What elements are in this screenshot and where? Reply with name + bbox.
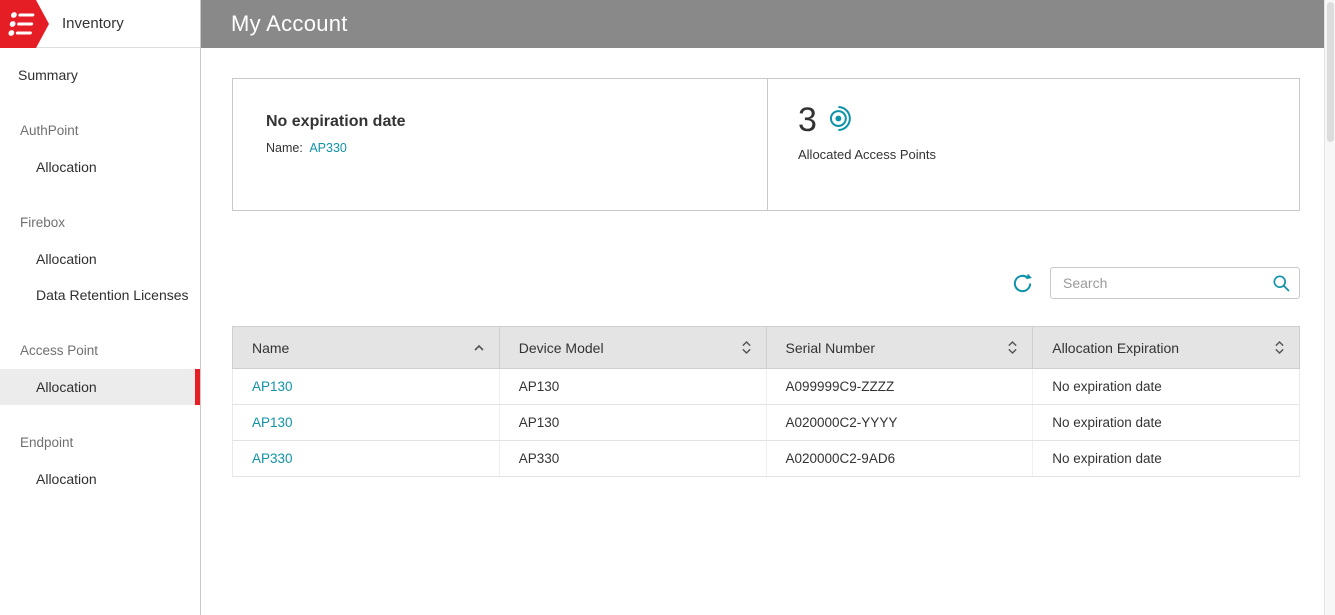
search-input[interactable] (1050, 267, 1300, 299)
serial-number-cell: A020000C2-9AD6 (767, 441, 1034, 476)
table-row: AP330 AP330 A020000C2-9AD6 No expiration… (232, 441, 1300, 477)
scrollbar-track[interactable] (1324, 0, 1335, 615)
sort-both-icon (1274, 340, 1285, 355)
sidebar-item-endpoint-allocation[interactable]: Allocation (0, 461, 200, 497)
sort-ascending-icon (473, 344, 485, 352)
inventory-table: Name Device Model Serial Number Allocati… (232, 326, 1300, 477)
expiration-card: No expiration date Name: AP330 (232, 78, 768, 211)
sidebar-item-summary[interactable]: Summary (0, 57, 200, 93)
device-model-cell: AP130 (500, 405, 767, 440)
table-row: AP130 AP130 A099999C9-ZZZZ No expiration… (232, 369, 1300, 405)
allocation-expiration-cell: No expiration date (1052, 379, 1162, 394)
device-name-link[interactable]: AP130 (252, 415, 293, 430)
page-title: My Account (231, 11, 348, 36)
refresh-button[interactable] (1009, 270, 1036, 297)
device-name-link[interactable]: AP130 (252, 379, 293, 394)
sidebar-section-authpoint: AuthPoint (20, 123, 79, 138)
main-area: My Account No expiration date Name: AP33… (201, 0, 1324, 615)
scrollbar-thumb[interactable] (1327, 2, 1334, 142)
device-model-cell: AP130 (500, 369, 767, 404)
sidebar-header: Inventory (0, 0, 200, 48)
sort-both-icon (1007, 340, 1018, 355)
table-toolbar (232, 267, 1300, 299)
expiration-name-label: Name: (266, 141, 303, 155)
sidebar-section-firebox: Firebox (20, 215, 66, 230)
column-header-allocation-expiration[interactable]: Allocation Expiration (1033, 327, 1299, 368)
search-icon[interactable] (1271, 273, 1291, 293)
table-header-row: Name Device Model Serial Number Allocati… (232, 326, 1300, 369)
allocated-card-label: Allocated Access Points (798, 147, 937, 162)
serial-number-cell: A020000C2-YYYY (767, 405, 1034, 440)
column-header-serial-number[interactable]: Serial Number (767, 327, 1034, 368)
expiration-card-title: No expiration date (266, 113, 406, 130)
page-header: My Account (201, 0, 1324, 48)
column-header-name[interactable]: Name (233, 327, 500, 368)
content: No expiration date Name: AP330 3 Allocat… (201, 48, 1324, 477)
sidebar-section-endpoint: Endpoint (20, 435, 74, 450)
serial-number-cell: A099999C9-ZZZZ (767, 369, 1034, 404)
inventory-logo-icon[interactable] (0, 0, 50, 48)
search-box (1050, 267, 1300, 299)
sidebar-section-access-point: Access Point (20, 343, 99, 358)
expiration-name-link[interactable]: AP330 (309, 141, 347, 155)
device-model-cell: AP330 (500, 441, 767, 476)
allocation-expiration-cell: No expiration date (1052, 415, 1162, 430)
sidebar-item-authpoint-allocation[interactable]: Allocation (0, 149, 200, 185)
table-row: AP130 AP130 A020000C2-YYYY No expiration… (232, 405, 1300, 441)
allocated-count-row: 3 (798, 101, 1299, 140)
sidebar: Inventory Summary AuthPoint Allocation F… (0, 0, 201, 615)
allocation-expiration-cell: No expiration date (1052, 451, 1162, 466)
sort-both-icon (741, 340, 752, 355)
column-header-device-model[interactable]: Device Model (500, 327, 767, 368)
device-name-link[interactable]: AP330 (252, 451, 293, 466)
summary-cards: No expiration date Name: AP330 3 Allocat… (232, 78, 1300, 211)
allocated-access-points-card: 3 Allocated Access Points (767, 78, 1300, 211)
allocated-count: 3 (798, 101, 817, 139)
sidebar-item-access-point-allocation[interactable]: Allocation (0, 369, 200, 405)
sidebar-nav: Summary AuthPoint Allocation Firebox All… (0, 48, 200, 497)
expiration-card-subtitle: Name: AP330 (266, 141, 767, 155)
sidebar-item-data-retention-licenses[interactable]: Data Retention Licenses (0, 277, 200, 313)
access-point-icon (826, 105, 853, 137)
sidebar-title: Inventory (62, 15, 124, 32)
sidebar-item-firebox-allocation[interactable]: Allocation (0, 241, 200, 277)
